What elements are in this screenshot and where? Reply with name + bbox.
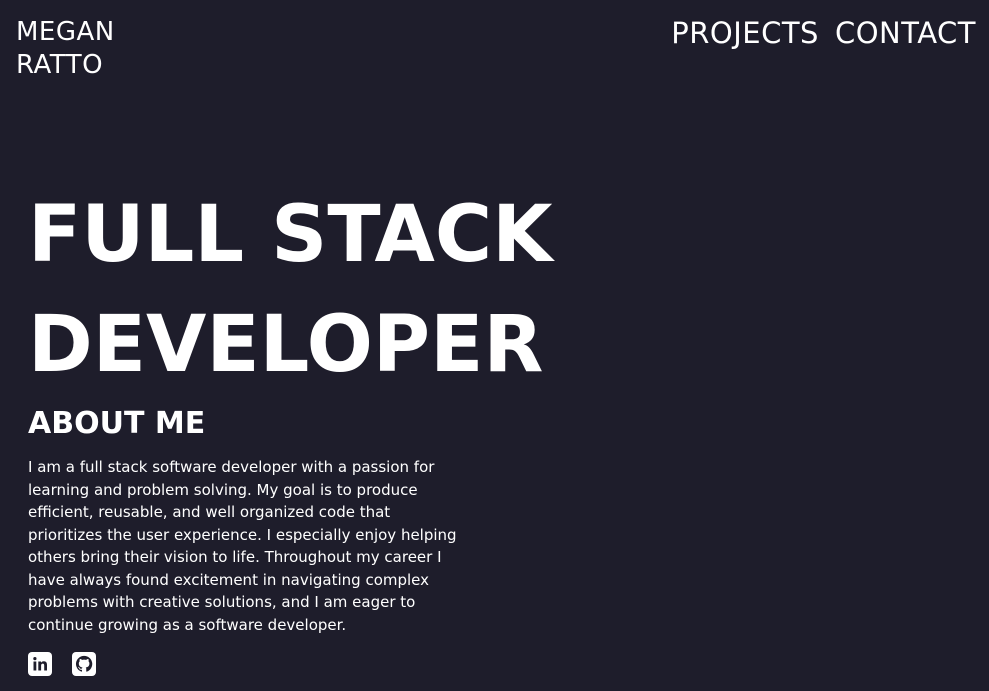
- linkedin-link[interactable]: [28, 652, 52, 676]
- social-links: [28, 652, 96, 676]
- site-logo[interactable]: MEGAN RATTO: [16, 16, 115, 82]
- about-paragraph: I am a full stack software developer wit…: [28, 458, 457, 634]
- github-link[interactable]: [72, 652, 96, 676]
- hero-title: FULL STACK DEVELOPER: [28, 180, 553, 400]
- linkedin-icon: [33, 657, 47, 671]
- nav-link-contact[interactable]: CONTACT: [835, 14, 976, 52]
- about-heading: ABOUT ME: [28, 406, 206, 441]
- logo-first-name: MEGAN: [16, 17, 115, 47]
- hero-title-line1: FULL STACK: [28, 190, 553, 280]
- nav-link-projects[interactable]: PROJECTS: [671, 14, 819, 52]
- main-nav: PROJECTS CONTACT: [671, 14, 976, 52]
- github-icon: [75, 655, 93, 672]
- logo-last-name: RATTO: [16, 50, 104, 80]
- hero-title-line2: DEVELOPER: [28, 300, 544, 390]
